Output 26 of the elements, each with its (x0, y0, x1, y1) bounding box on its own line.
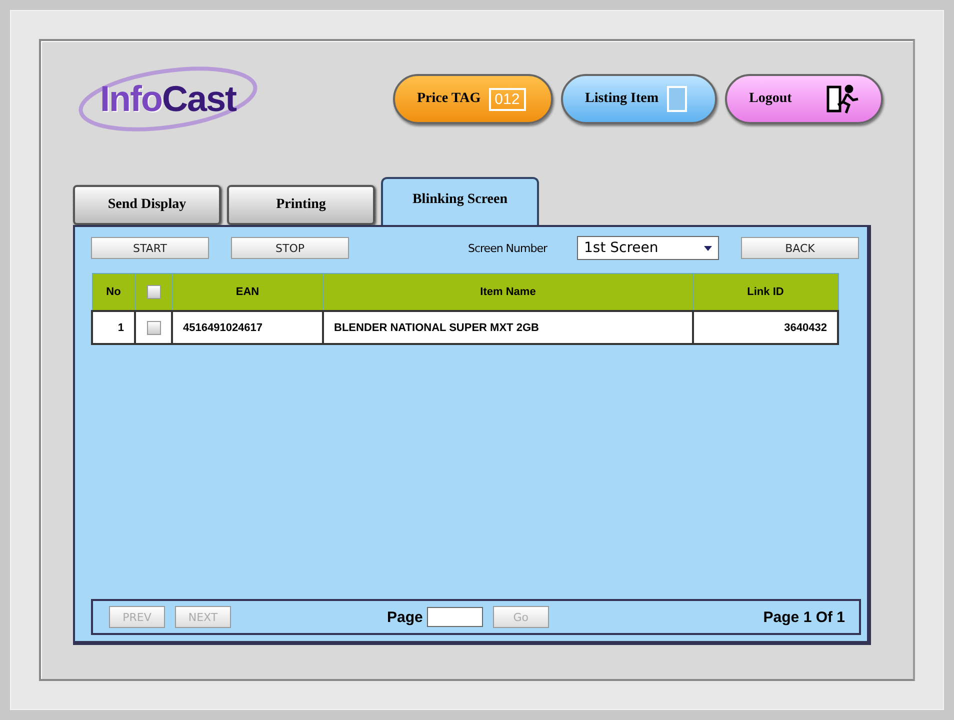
page-label: Page (387, 608, 423, 626)
checkbox[interactable] (146, 320, 160, 334)
screen-select[interactable]: 1st Screen (577, 236, 719, 260)
screen-number-label: Screen Number (468, 242, 547, 254)
column-header: Item Name (323, 274, 693, 311)
tab[interactable]: Printing (227, 185, 375, 225)
column-header: EAN (172, 274, 323, 311)
checkbox[interactable] (146, 285, 160, 299)
document-icon (666, 86, 686, 112)
table-cell: 4516491024617 (172, 311, 323, 344)
price-tag-button[interactable]: Price TAG 012 (393, 74, 553, 124)
tab[interactable]: Send Display (73, 185, 221, 225)
table-cell: 3640432 (693, 311, 838, 344)
table-cell: 1 (92, 311, 135, 344)
back-button[interactable]: BACK (741, 237, 859, 259)
listing-item-button[interactable]: Listing Item (561, 74, 717, 124)
dropdown-arrow-icon (704, 246, 712, 250)
page-input[interactable] (426, 607, 483, 627)
page-status: Page 1 Of 1 (763, 608, 845, 626)
tab[interactable]: Blinking Screen (381, 177, 539, 225)
stop-button[interactable]: STOP (231, 237, 349, 259)
column-header: No (92, 274, 135, 311)
start-button[interactable]: START (91, 237, 209, 259)
column-header: Link ID (693, 274, 838, 311)
logout-button[interactable]: Logout (725, 74, 883, 124)
table-cell: BLENDER NATIONAL SUPER MXT 2GB (323, 311, 693, 344)
